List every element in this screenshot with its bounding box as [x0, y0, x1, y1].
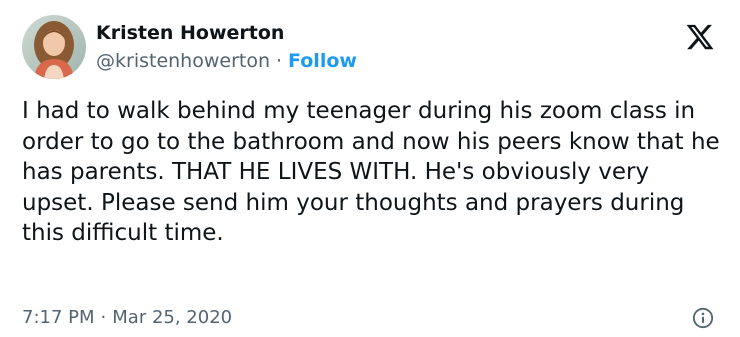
- user-meta: Kristen Howerton @kristenhowerton · Follow: [96, 20, 357, 74]
- tweet-timestamp[interactable]: 7:17 PM · Mar 25, 2020: [22, 307, 232, 329]
- avatar[interactable]: [22, 15, 86, 79]
- timestamp-separator: ·: [100, 307, 107, 328]
- tweet-time: 7:17 PM: [22, 307, 95, 328]
- info-icon[interactable]: [692, 307, 714, 329]
- user-handle[interactable]: @kristenhowerton: [96, 50, 270, 72]
- tweet-text: I had to walk behind my teenager during …: [22, 98, 720, 246]
- avatar-photo: [22, 15, 86, 79]
- handle-row: @kristenhowerton · Follow: [96, 48, 357, 74]
- tweet-header: Kristen Howerton @kristenhowerton · Follow: [22, 15, 357, 79]
- tweet-card: Kristen Howerton @kristenhowerton · Follow…: [0, 0, 740, 337]
- follow-button[interactable]: Follow: [288, 50, 357, 72]
- separator-dot: ·: [276, 50, 283, 72]
- x-logo-icon[interactable]: [685, 22, 715, 52]
- display-name[interactable]: Kristen Howerton: [96, 20, 357, 46]
- tweet-date: Mar 25, 2020: [112, 307, 233, 328]
